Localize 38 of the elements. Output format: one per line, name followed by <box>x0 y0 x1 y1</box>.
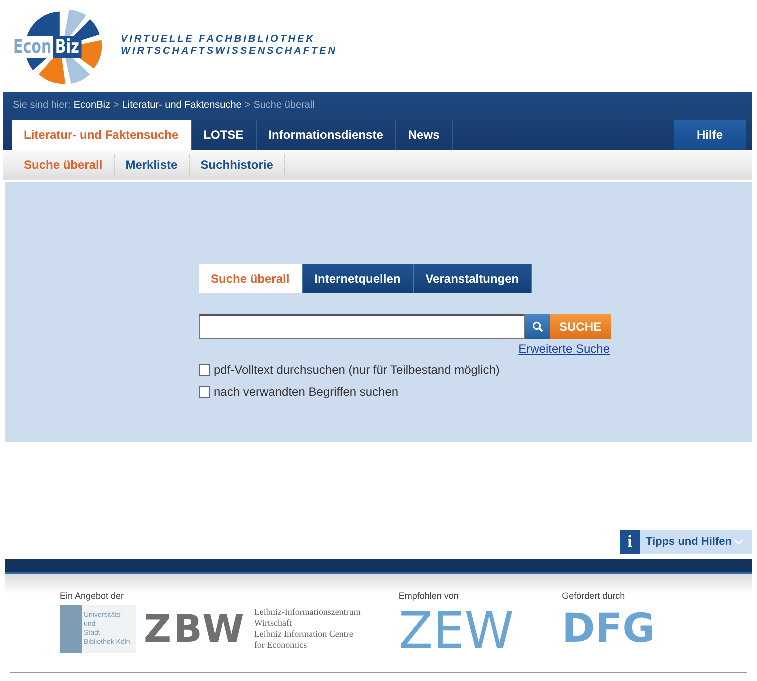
advanced-search-link[interactable]: Erweiterte Suche <box>518 342 610 356</box>
footer-heading: Ein Angebot der <box>60 591 126 601</box>
logo-text: Econ <box>12 36 54 58</box>
breadcrumb-label: Sie sind hier: <box>13 100 71 110</box>
subnav-tab[interactable]: Merkliste <box>114 155 190 175</box>
breadcrumb-link[interactable]: EconBiz <box>74 100 110 110</box>
tips-dropdown[interactable]: i Tipps und Hilfen <box>620 530 752 554</box>
checkbox[interactable] <box>199 386 210 398</box>
logo-text: ZBW <box>144 607 246 651</box>
checkbox-label: pdf-Volltext durchsuchen (nur für Teilbestand möglich) <box>214 362 500 376</box>
breadcrumb-separator: > <box>244 100 251 110</box>
info-icon: i <box>620 530 640 554</box>
checkbox-label: nach verwandten Begriffen suchen <box>214 384 399 398</box>
footer-heading: Gefördert durch <box>562 591 626 601</box>
help-tab[interactable]: Hilfe <box>674 120 746 150</box>
logo-text: Leibniz Information Centre <box>254 629 354 640</box>
search-field[interactable] <box>199 314 525 339</box>
chevron-down-icon <box>734 539 744 545</box>
logo-text: Biz <box>53 36 82 58</box>
tagline-text: VIRTUELLE FACHBIBLIOTHEK <box>121 34 316 46</box>
breadcrumb-link[interactable]: Literatur- und Faktensuche <box>122 100 242 110</box>
nav-tab[interactable]: Literatur- und Faktensuche <box>12 120 192 150</box>
logo-text: DFG <box>562 605 656 653</box>
search-tab[interactable]: Suche überall <box>199 264 303 293</box>
tagline-text: WIRTSCHAFTSWISSENSCHAFTEN <box>121 46 338 58</box>
search-tab[interactable]: Veranstaltungen <box>414 264 532 293</box>
search-icon <box>532 320 544 332</box>
tips-label: Tipps und Hilfen <box>646 536 733 548</box>
subnav-tab[interactable]: Suchhistorie <box>190 155 286 175</box>
breadcrumb-separator: > <box>114 100 120 110</box>
logo-text: ZEW <box>398 605 514 657</box>
logo-text: Leibniz-Informationszentrum <box>254 607 361 618</box>
search-tab[interactable]: Internetquellen <box>302 264 414 293</box>
logo-text: Wirtschaft <box>254 618 293 629</box>
logo-text: for Economics <box>254 640 308 651</box>
checkbox[interactable] <box>199 364 210 376</box>
footer-heading: Empfohlen von <box>398 591 460 601</box>
search-icon-button[interactable] <box>525 314 550 339</box>
